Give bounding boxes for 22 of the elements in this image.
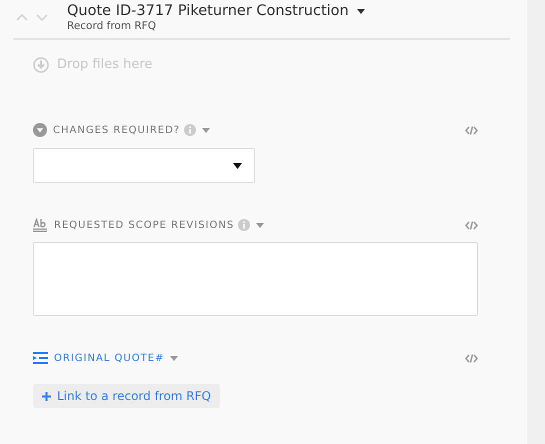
- indent-list-icon: [33, 352, 48, 364]
- field-label: CHANGES REQUIRED?: [53, 124, 180, 138]
- down-chevron-icon[interactable]: [36, 14, 48, 22]
- info-icon[interactable]: [184, 124, 196, 136]
- link-record-button[interactable]: Link to a record from RFQ: [33, 384, 220, 408]
- text-area-field[interactable]: [33, 242, 478, 316]
- plus-icon: [42, 392, 51, 400]
- code-icon[interactable]: [465, 354, 478, 362]
- download-icon: [33, 57, 49, 73]
- up-chevron-icon[interactable]: [16, 13, 28, 21]
- record-title: Quote ID-3717 Piketurner Construction: [67, 2, 349, 20]
- code-icon[interactable]: [465, 220, 478, 230]
- caret-icon[interactable]: [356, 8, 365, 14]
- info-icon[interactable]: [238, 219, 250, 231]
- dropdown-circle-icon: [33, 123, 47, 137]
- field-label: REQUESTED SCOPE REVISIONS: [54, 218, 234, 232]
- dropdown-field[interactable]: [33, 148, 255, 183]
- record-subtitle: Record from RFQ: [67, 20, 157, 33]
- text-format-icon: [33, 218, 48, 232]
- code-icon[interactable]: [465, 126, 478, 134]
- field-label: ORIGINAL QUOTE#: [54, 352, 164, 366]
- caret-icon: [233, 162, 242, 168]
